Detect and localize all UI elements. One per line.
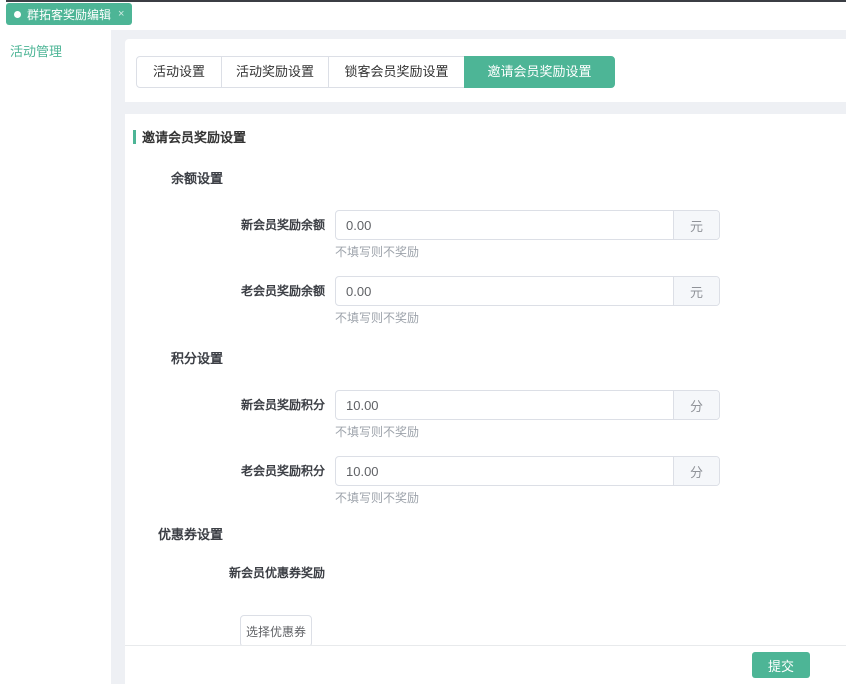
hint-old-member-balance: 不填写则不奖励	[335, 312, 419, 324]
select-coupon-button[interactable]: 选择优惠券	[240, 615, 312, 645]
top-tag-bar: 群拓客奖励编辑 ×	[0, 0, 846, 30]
tab-invite-member-reward-settings[interactable]: 邀请会员奖励设置	[464, 56, 615, 88]
submit-button[interactable]: 提交	[752, 652, 810, 678]
app-screen: 群拓客奖励编辑 × 活动管理 活动设置 活动奖励设置 锁客会员奖励设置 邀请会员…	[0, 0, 846, 684]
label-old-member-balance: 老会员奖励余额	[125, 276, 325, 306]
group-title-coupon: 优惠券设置	[125, 528, 223, 542]
old-member-points-input[interactable]	[336, 457, 673, 485]
hint-new-member-points: 不填写则不奖励	[335, 426, 419, 438]
unit-fen: 分	[673, 457, 719, 485]
new-member-balance-input[interactable]	[336, 211, 673, 239]
tabs-card: 活动设置 活动奖励设置 锁客会员奖励设置 邀请会员奖励设置	[125, 39, 846, 102]
new-member-points-input[interactable]	[336, 391, 673, 419]
label-new-member-coupon: 新会员优惠券奖励	[125, 558, 325, 588]
unit-fen: 分	[673, 391, 719, 419]
hint-new-member-balance: 不填写则不奖励	[335, 246, 419, 258]
tab-activity-reward-settings[interactable]: 活动奖励设置	[221, 56, 329, 88]
group-title-balance: 余额设置	[125, 172, 223, 186]
page-tag-label: 群拓客奖励编辑	[27, 6, 111, 23]
tab-group: 活动设置 活动奖励设置 锁客会员奖励设置 邀请会员奖励设置	[136, 56, 615, 88]
label-new-member-balance: 新会员奖励余额	[125, 210, 325, 240]
tab-activity-settings[interactable]: 活动设置	[136, 56, 222, 88]
sidebar: 活动管理	[0, 30, 111, 684]
label-new-member-points: 新会员奖励积分	[125, 390, 325, 420]
content-card: 邀请会员奖励设置 余额设置 新会员奖励余额 元 不填写则不奖励 老会员奖励余额 …	[125, 114, 846, 645]
close-icon[interactable]: ×	[118, 8, 124, 20]
group-title-points: 积分设置	[125, 352, 223, 366]
top-divider	[6, 0, 846, 2]
page-tag-active[interactable]: 群拓客奖励编辑 ×	[6, 3, 132, 25]
old-member-points-field: 分	[335, 456, 720, 486]
label-old-member-points: 老会员奖励积分	[125, 456, 325, 486]
old-member-balance-field: 元	[335, 276, 720, 306]
sidebar-item-activity-management[interactable]: 活动管理	[0, 30, 111, 71]
old-member-balance-input[interactable]	[336, 277, 673, 305]
section-marker-bar	[133, 130, 136, 144]
hint-old-member-points: 不填写则不奖励	[335, 492, 419, 504]
section-header: 邀请会员奖励设置	[133, 127, 246, 146]
new-member-points-field: 分	[335, 390, 720, 420]
footer-bar: 提交	[125, 645, 846, 684]
active-dot-icon	[14, 11, 21, 18]
new-member-balance-field: 元	[335, 210, 720, 240]
section-title: 邀请会员奖励设置	[142, 127, 246, 146]
unit-yuan: 元	[673, 211, 719, 239]
unit-yuan: 元	[673, 277, 719, 305]
tab-lock-member-reward-settings[interactable]: 锁客会员奖励设置	[328, 56, 465, 88]
